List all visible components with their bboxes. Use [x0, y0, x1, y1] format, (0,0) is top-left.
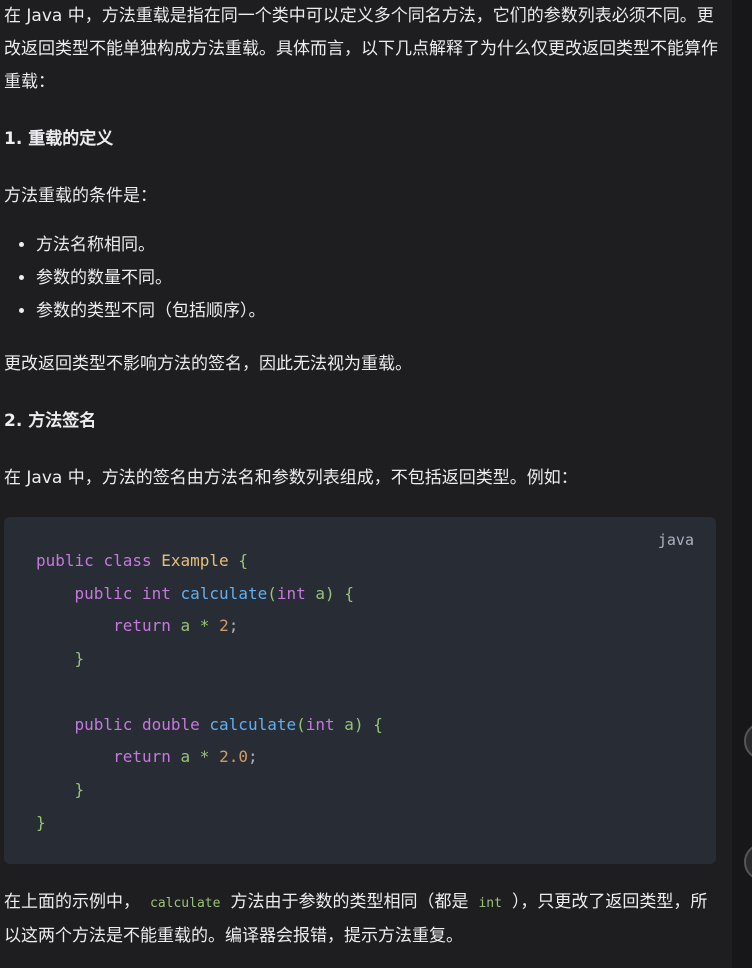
intro-paragraph: 在 Java 中，方法重载是指在同一个类中可以定义多个同名方法，它们的参数列表必… — [4, 6, 718, 92]
code-language-label: java — [657, 531, 694, 549]
list-item: 方法名称相同。 — [36, 229, 722, 262]
conditions-list: 方法名称相同。 参数的数量不同。 参数的类型不同（包括顺序）。 — [4, 229, 722, 328]
heading-method-signature: 2. 方法签名 — [4, 411, 97, 431]
message-content: 在 Java 中，方法重载是指在同一个类中可以定义多个同名方法，它们的参数列表必… — [4, 0, 722, 953]
list-item: 参数的数量不同。 — [36, 262, 722, 295]
inline-code-calculate: calculate — [150, 896, 221, 911]
conditions-lead: 方法重载的条件是： — [4, 186, 157, 206]
heading-overload-definition: 1. 重载的定义 — [4, 129, 114, 149]
final-text-2: 方法由于参数的类型相同（都是 — [230, 892, 469, 912]
final-paragraph: 在上面的示例中， calculate 方法由于参数的类型相同（都是 int ），只更改了… — [4, 886, 722, 953]
code-block[interactable]: java public class Example { public int c… — [4, 517, 716, 864]
inline-code-int: int — [478, 896, 502, 911]
code-content: public class Example { public int calcul… — [36, 551, 383, 832]
side-strip — [732, 0, 752, 968]
signature-lead: 在 Java 中，方法的签名由方法名和参数列表组成，不包括返回类型。例如： — [4, 468, 578, 488]
final-text-1: 在上面的示例中， — [4, 892, 140, 912]
list-item: 参数的类型不同（包括顺序）。 — [36, 295, 722, 328]
conclusion-paragraph: 更改返回类型不影响方法的签名，因此无法视为重载。 — [4, 354, 412, 374]
